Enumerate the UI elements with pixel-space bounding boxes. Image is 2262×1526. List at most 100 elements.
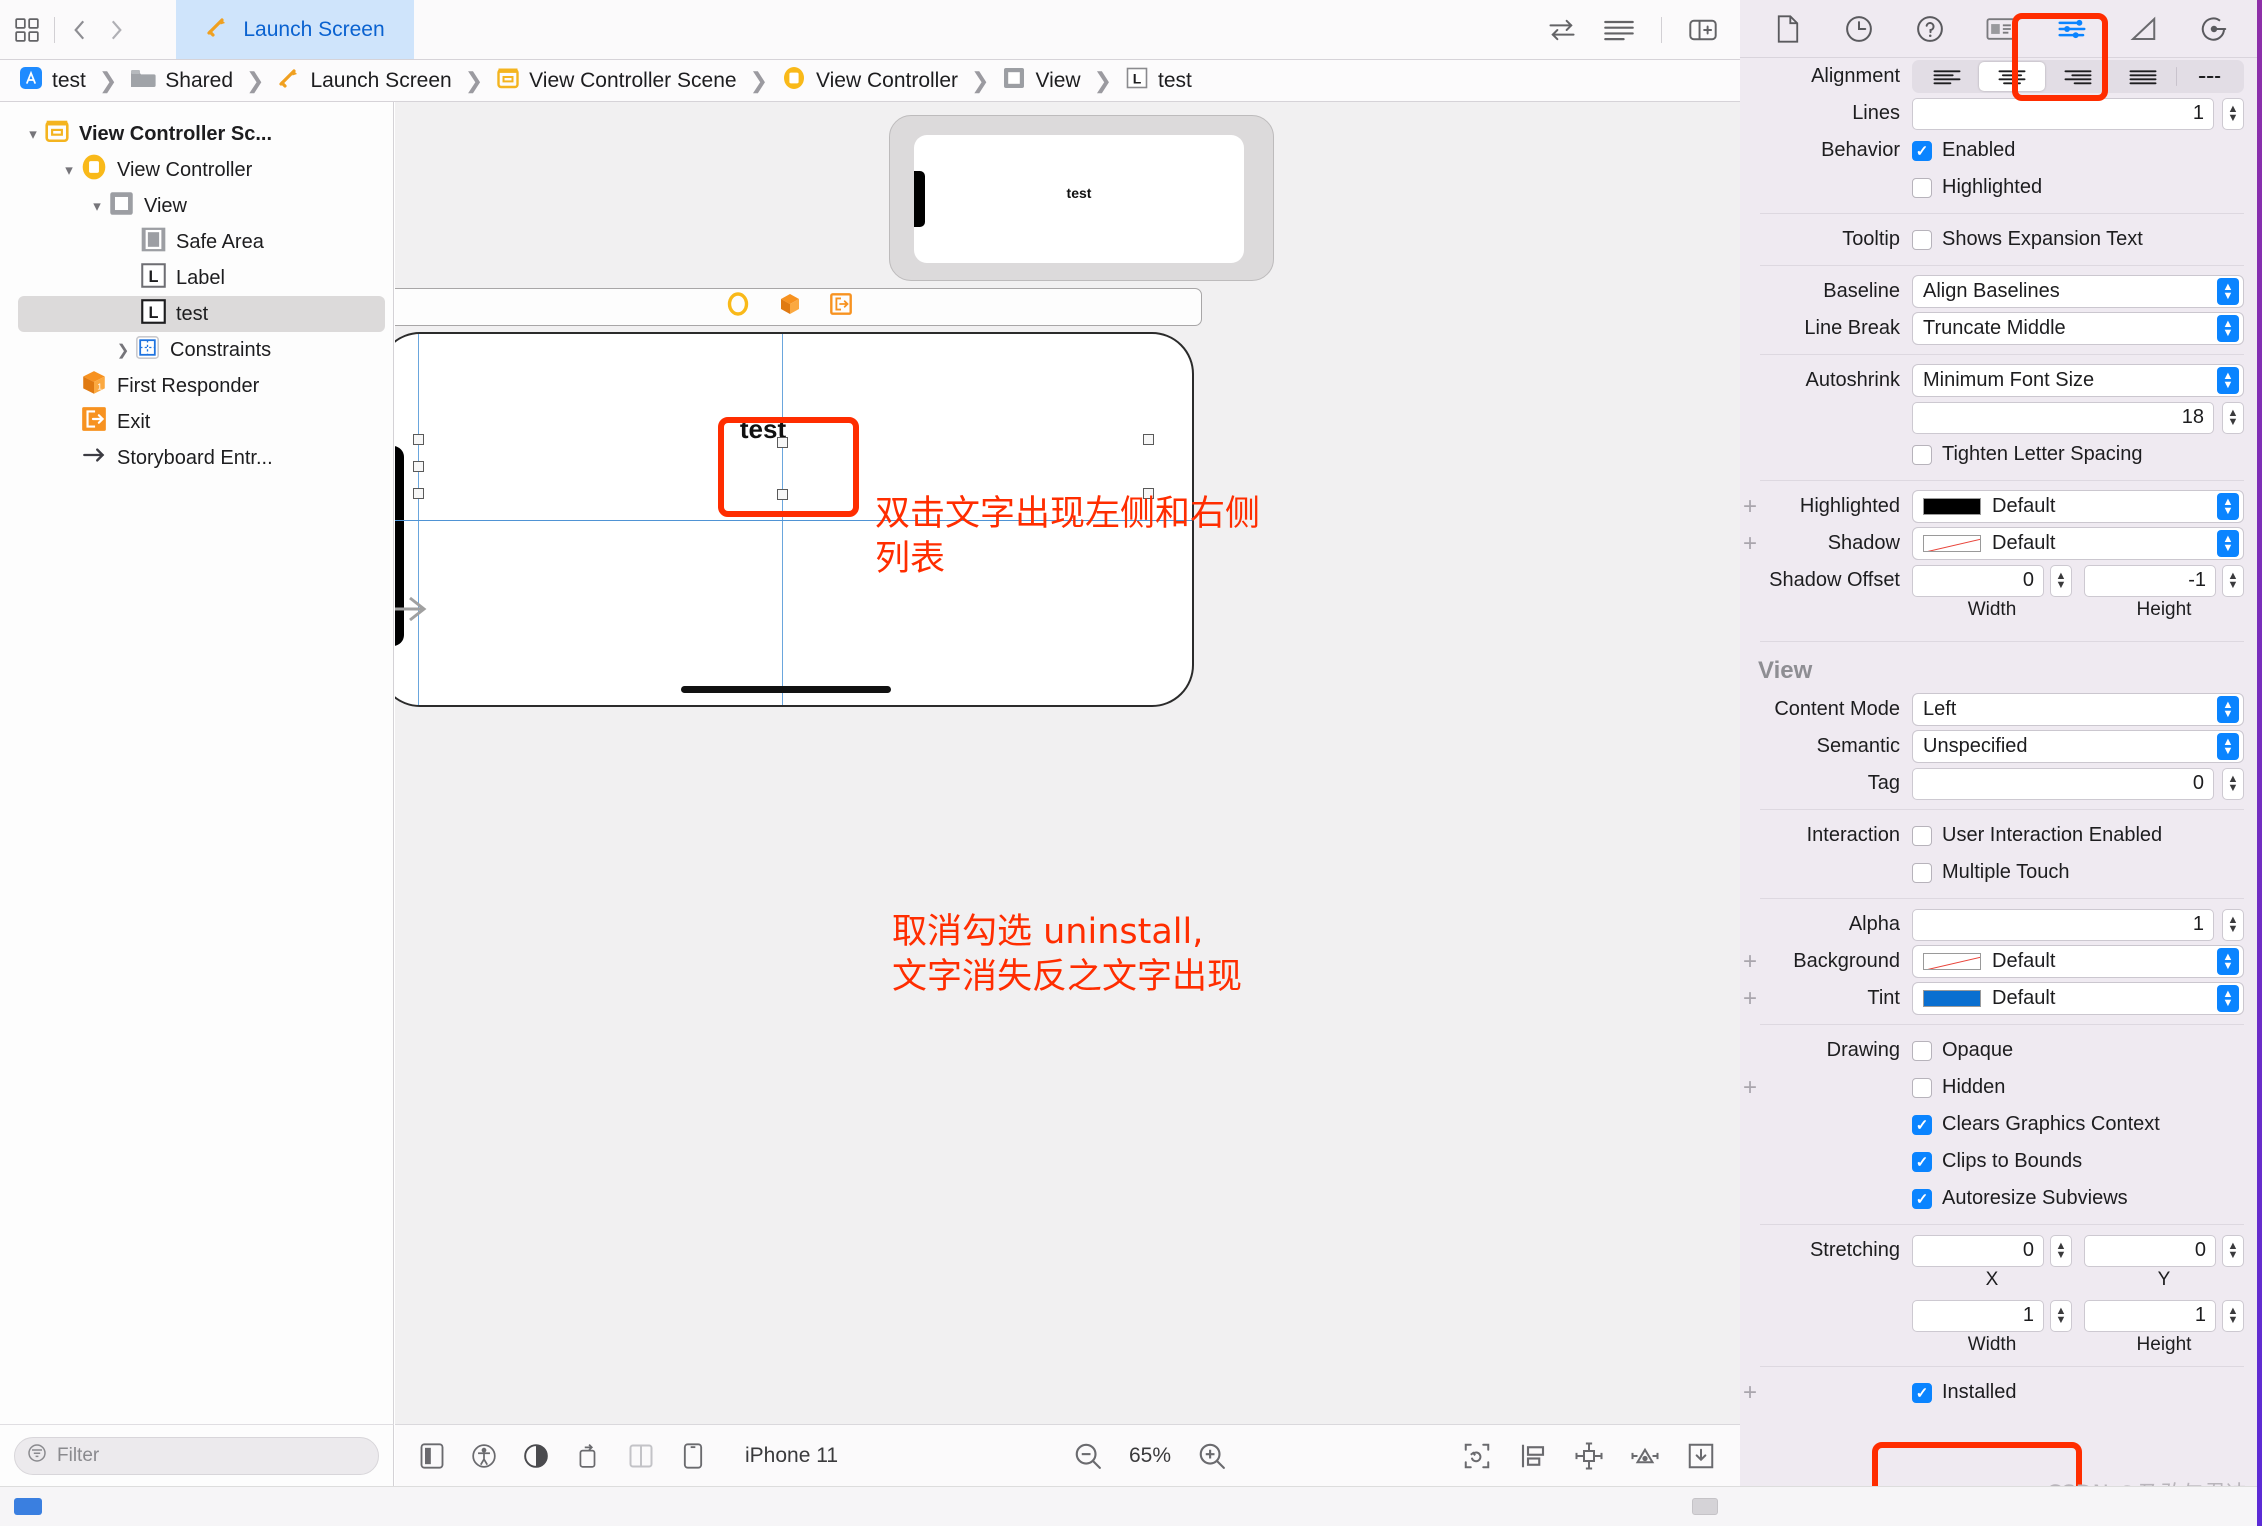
baseline-popup[interactable]: Align Baselines ▲ ▼ (1912, 275, 2244, 308)
constraint-handle-right-top[interactable] (1143, 434, 1154, 445)
align-left-button[interactable] (1914, 62, 1979, 91)
highlighted-color-popup[interactable]: Default ▲ ▼ (1912, 490, 2244, 523)
device-orientation-icon[interactable] (419, 1442, 445, 1470)
exit-icon[interactable] (829, 292, 853, 322)
resize-handle-bottom[interactable] (777, 489, 788, 500)
quick-help-icon[interactable] (1908, 9, 1952, 49)
accessibility-icon[interactable] (471, 1442, 497, 1470)
clips-to-bounds-checkbox[interactable]: ✓ (1912, 1151, 1932, 1172)
update-frames-icon[interactable] (1462, 1441, 1492, 1471)
constraint-handle-left-bottom[interactable] (413, 488, 424, 499)
back-chevron-icon[interactable] (69, 17, 91, 43)
tighten-letter-spacing-checkbox[interactable] (1912, 444, 1932, 465)
lines-input[interactable]: 1 (1912, 97, 2214, 130)
shows-expansion-text-checkbox[interactable] (1912, 229, 1932, 250)
resolve-issues-icon[interactable] (1630, 1441, 1660, 1471)
lines-stepper[interactable]: ▲ ▼ (2222, 97, 2244, 130)
outline-item-constraints[interactable]: ❯ Constraints (0, 332, 393, 368)
tag-stepper[interactable]: ▲ ▼ (2222, 767, 2244, 800)
content-mode-popup[interactable]: Left ▲ ▼ (1912, 693, 2244, 726)
shadow-offset-width-stepper[interactable]: ▲ ▼ (2050, 564, 2072, 597)
chevron-down-icon[interactable]: ▾ (86, 197, 108, 215)
outline-item-view-controller[interactable]: ▾ View Controller (0, 152, 393, 188)
breadcrumb-item-label[interactable]: L test (1120, 66, 1197, 96)
outline-item-first-responder[interactable]: 1 First Responder (0, 368, 393, 404)
add-variation-button-shadow[interactable]: + (1740, 531, 1760, 556)
stretching-y-input[interactable]: 0 (2084, 1234, 2216, 1267)
outline-item-safe-area[interactable]: Safe Area (0, 224, 393, 260)
align-icon[interactable] (1574, 1441, 1604, 1471)
add-variation-button-highlighted[interactable]: + (1740, 494, 1760, 519)
stretching-width-input[interactable]: 1 (1912, 1299, 2044, 1332)
first-responder-icon[interactable] (777, 291, 803, 323)
shadow-offset-width-input[interactable]: 0 (1912, 564, 2044, 597)
breadcrumb-item-scene[interactable]: View Controller Scene (491, 66, 741, 96)
canvas-label-test[interactable]: test (723, 414, 803, 444)
autoshrink-stepper[interactable]: ▲ ▼ (2222, 401, 2244, 434)
outline-item-storyboard-entry[interactable]: Storyboard Entr... (0, 440, 393, 476)
grid-view-icon[interactable] (14, 17, 40, 43)
add-constraints-icon[interactable] (1686, 1441, 1716, 1471)
embed-in-icon[interactable] (1518, 1441, 1548, 1471)
identity-inspector-icon[interactable] (1979, 9, 2023, 49)
outline-item-view[interactable]: ▾ View (0, 188, 393, 224)
tint-color-popup[interactable]: Default ▲ ▼ (1912, 982, 2244, 1015)
chevron-down-icon[interactable]: ▾ (22, 125, 44, 143)
zoom-out-icon[interactable] (1073, 1441, 1103, 1471)
filter-input[interactable]: Filter (14, 1436, 379, 1475)
shadow-color-popup[interactable]: Default ▲ ▼ (1912, 527, 2244, 560)
hidden-checkbox[interactable] (1912, 1077, 1932, 1098)
multiple-touch-checkbox[interactable] (1912, 862, 1932, 883)
align-justified-button[interactable] (2110, 62, 2175, 91)
outline-item-test[interactable]: L test (18, 296, 385, 332)
user-interaction-enabled-checkbox[interactable] (1912, 825, 1932, 846)
clears-graphics-context-checkbox[interactable]: ✓ (1912, 1114, 1932, 1135)
breadcrumb-item-folder[interactable]: Shared (125, 67, 238, 95)
enabled-checkbox[interactable]: ✓ (1912, 140, 1932, 161)
alpha-input[interactable]: 1 (1912, 908, 2214, 941)
file-inspector-icon[interactable] (1766, 9, 1810, 49)
resize-handle-top[interactable] (777, 437, 788, 448)
editor-tab-launch-screen[interactable]: Launch Screen (176, 0, 414, 59)
rotate-device-icon[interactable] (575, 1442, 601, 1470)
stretching-y-stepper[interactable]: ▲ ▼ (2222, 1234, 2244, 1267)
line-break-popup[interactable]: Truncate Middle ▲ ▼ (1912, 312, 2244, 345)
opaque-checkbox[interactable] (1912, 1040, 1932, 1061)
add-variation-button-installed[interactable]: + (1740, 1380, 1760, 1405)
zoom-in-icon[interactable] (1197, 1441, 1227, 1471)
forward-chevron-icon[interactable] (105, 17, 127, 43)
align-natural-button[interactable] (2177, 62, 2242, 91)
appearance-icon[interactable] (523, 1442, 549, 1470)
align-right-button[interactable] (2045, 62, 2110, 91)
swap-arrows-icon[interactable] (1547, 17, 1577, 43)
lines-icon[interactable] (1603, 19, 1635, 41)
constraint-handle-left-mid[interactable] (413, 461, 424, 472)
chevron-right-icon[interactable]: ❯ (112, 341, 134, 359)
autoshrink-minimum-font-size-input[interactable]: 18 (1912, 401, 2214, 434)
stretching-x-input[interactable]: 0 (1912, 1234, 2044, 1267)
stretching-height-stepper[interactable]: ▲ ▼ (2222, 1299, 2244, 1332)
view-controller-icon[interactable] (725, 291, 751, 323)
device-size-icon[interactable] (681, 1442, 705, 1470)
outline-item-label[interactable]: L Label (0, 260, 393, 296)
breadcrumb-item-storyboard[interactable]: Launch Screen (272, 66, 456, 96)
stretching-height-input[interactable]: 1 (2084, 1299, 2216, 1332)
breadcrumb-item-project[interactable]: test (14, 66, 91, 96)
tag-input[interactable]: 0 (1912, 767, 2214, 800)
chevron-down-icon[interactable]: ▾ (58, 161, 80, 179)
interface-builder-canvas[interactable]: test test 双击文字出现左侧和右侧 列表 取消勾选 uninstall,… (395, 102, 1740, 1424)
breadcrumb-item-view[interactable]: View (997, 66, 1085, 96)
highlighted-checkbox[interactable] (1912, 177, 1932, 198)
add-variation-button-hidden[interactable]: + (1740, 1075, 1760, 1100)
connections-inspector-icon[interactable] (2192, 9, 2236, 49)
background-color-popup[interactable]: Default ▲ ▼ (1912, 945, 2244, 978)
installed-checkbox[interactable]: ✓ (1912, 1382, 1932, 1403)
align-center-button[interactable] (1979, 62, 2045, 91)
semantic-popup[interactable]: Unspecified ▲ ▼ (1912, 730, 2244, 763)
history-inspector-icon[interactable] (1837, 9, 1881, 49)
alpha-stepper[interactable]: ▲ ▼ (2222, 908, 2244, 941)
autoresize-subviews-checkbox[interactable]: ✓ (1912, 1188, 1932, 1209)
stretching-x-stepper[interactable]: ▲ ▼ (2050, 1234, 2072, 1267)
outline-item-exit[interactable]: Exit (0, 404, 393, 440)
device-name-label[interactable]: iPhone 11 (745, 1444, 838, 1468)
